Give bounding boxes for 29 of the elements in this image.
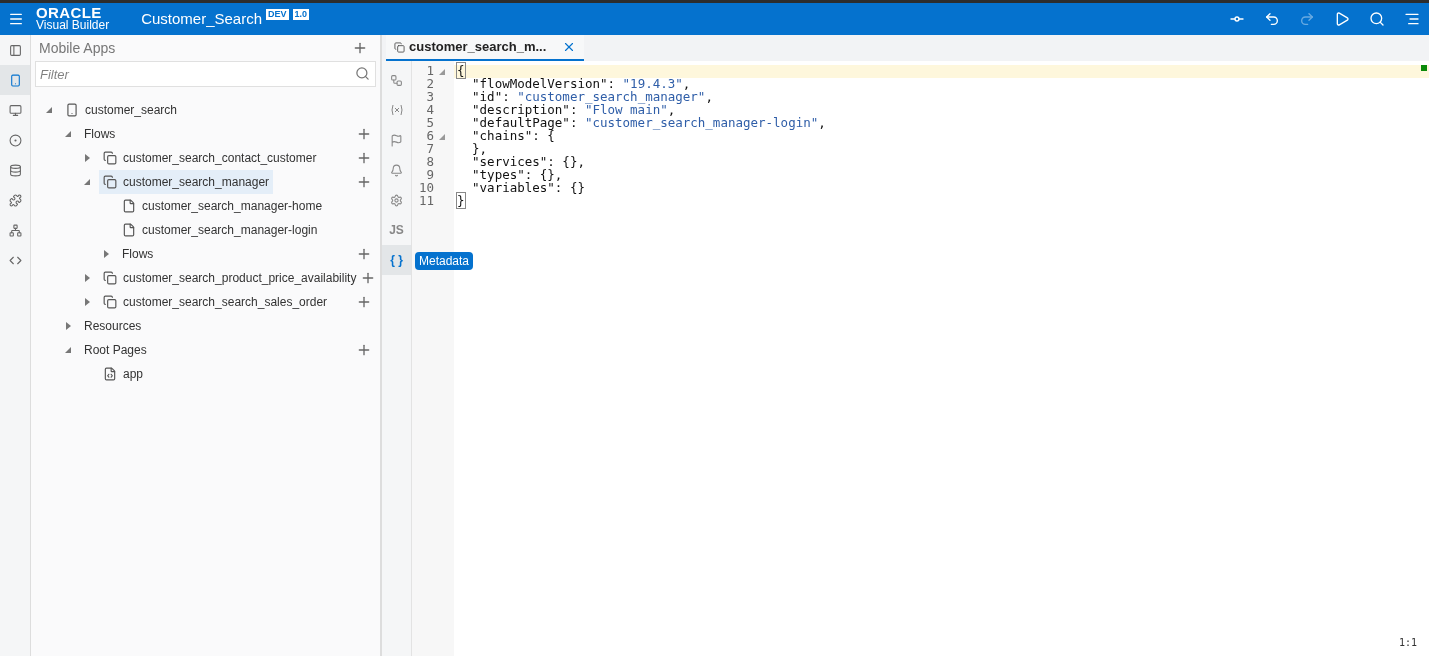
code-line: "variables": {}	[471, 180, 585, 198]
tree-item[interactable]: Flows	[80, 122, 120, 146]
tree-item[interactable]: customer_search_manager	[99, 170, 274, 194]
logo-subtitle: Visual Builder	[36, 19, 110, 31]
code-line: {	[456, 62, 465, 81]
tree-item[interactable]: Root Pages	[80, 338, 151, 362]
app-name: Customer_Search	[141, 8, 263, 29]
code-line: "defaultPage": "customer_search_manager-login",	[471, 115, 826, 131]
code-line: "description": "Flow main",	[471, 102, 676, 118]
tooltip: Metadata	[415, 252, 474, 270]
filter-field[interactable]: Filter	[35, 61, 376, 87]
tree-item[interactable]: customer_search_manager-home	[118, 194, 327, 218]
tree-item[interactable]: Resources	[80, 314, 146, 338]
editor-view-tab[interactable]: { }	[382, 245, 411, 275]
logo-text: ORACLE	[36, 7, 102, 19]
tree-item[interactable]: Flows	[118, 242, 158, 266]
tree-item[interactable]: app	[99, 362, 148, 386]
code-line: }	[456, 192, 465, 211]
tree-item[interactable]: customer_search_product_price_availability	[99, 266, 361, 290]
cursor-position: 1:1	[1398, 636, 1417, 650]
editor-tab[interactable]: customer_search_m...	[386, 35, 585, 61]
version-badge: DEV	[266, 9, 289, 20]
tree-item[interactable]: customer_search_manager-login	[118, 218, 322, 242]
code-line: "flowModelVersion": "19.4.3",	[471, 75, 691, 92]
panel-title: Mobile Apps	[39, 38, 116, 58]
tree-item[interactable]: customer_search_contact_customer	[99, 146, 321, 170]
version-badge: 1.0	[292, 9, 310, 20]
tree-item[interactable]: customer_search_search_sales_order	[99, 290, 332, 314]
tree-item[interactable]: customer_search	[61, 98, 182, 122]
